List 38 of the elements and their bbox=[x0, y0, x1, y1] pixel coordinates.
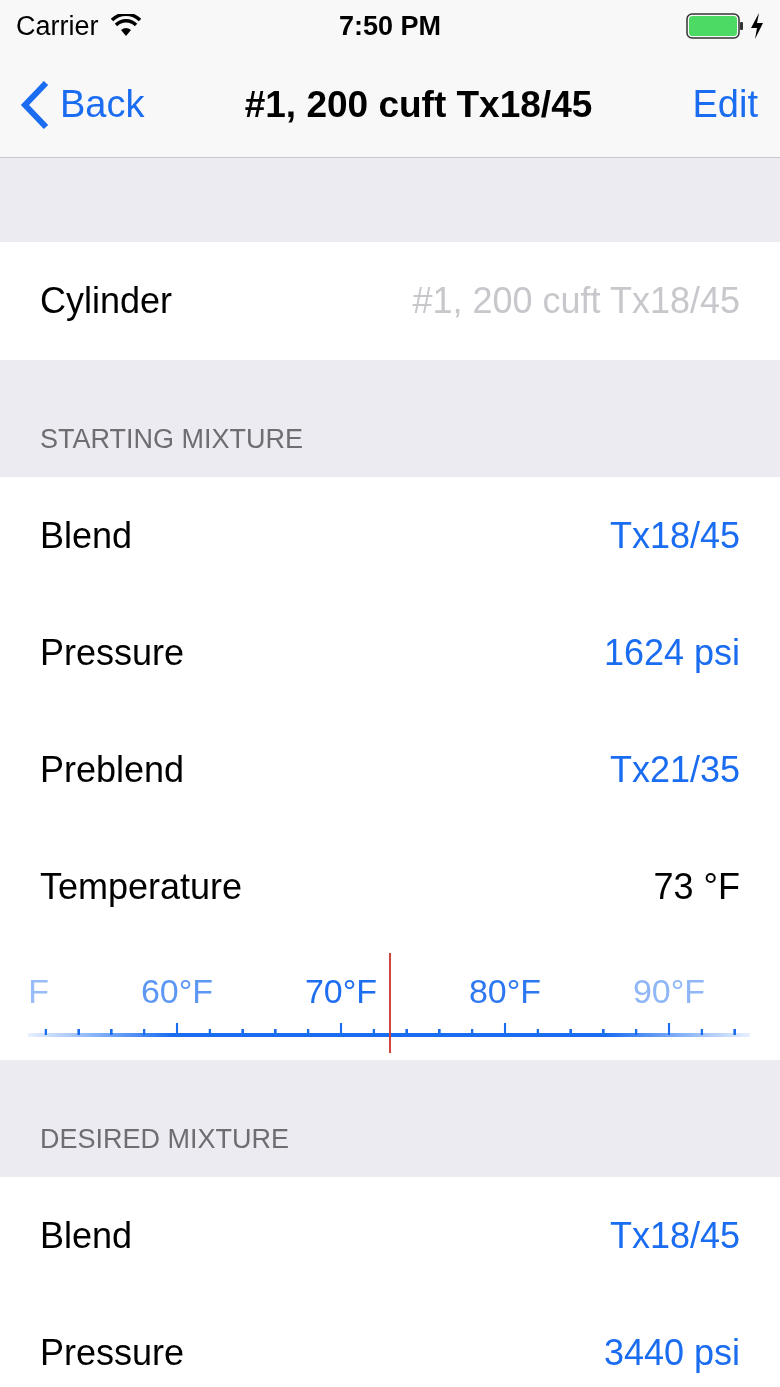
cylinder-row[interactable]: Cylinder #1, 200 cuft Tx18/45 bbox=[0, 242, 780, 360]
table-row[interactable]: Pressure 3440 psi bbox=[0, 1294, 780, 1387]
row-value: 3440 psi bbox=[603, 1330, 740, 1375]
ruler-label: 70°F bbox=[303, 971, 379, 1012]
row-value: 73 °F bbox=[653, 864, 740, 909]
carrier-name: Carrier bbox=[16, 9, 99, 43]
chevron-left-icon bbox=[20, 79, 50, 130]
row-label: Preblend bbox=[40, 747, 185, 792]
row-value: Tx21/35 bbox=[609, 747, 740, 792]
ruler-label: F bbox=[27, 971, 49, 1012]
table-row[interactable]: Preblend Tx21/35 bbox=[0, 711, 780, 828]
status-time: 7:50 PM bbox=[338, 9, 441, 43]
row-label: Temperature bbox=[40, 864, 243, 909]
ruler-label: 80°F bbox=[467, 971, 543, 1012]
wifi-icon bbox=[110, 14, 141, 38]
table-row[interactable]: Temperature 73 °F bbox=[0, 828, 780, 945]
table-row[interactable]: Blend Tx18/45 bbox=[0, 477, 780, 594]
section-header: DESIRED MIXTURE bbox=[40, 1122, 290, 1156]
row-label: Blend bbox=[40, 513, 133, 558]
row-value: Tx18/45 bbox=[609, 1213, 740, 1258]
row-label: Pressure bbox=[40, 630, 185, 675]
back-button[interactable]: Back bbox=[20, 76, 145, 133]
section-header: STARTING MIXTURE bbox=[40, 422, 303, 456]
nav-title: #1, 200 cuft Tx18/45 bbox=[244, 82, 593, 127]
row-value: #1, 200 cuft Tx18/45 bbox=[412, 279, 740, 323]
table-row[interactable]: Blend Tx18/45 bbox=[0, 1177, 780, 1294]
ruler-label: 60°F bbox=[139, 971, 215, 1012]
row-label: Blend bbox=[40, 1213, 133, 1258]
ruler-label: 90°F bbox=[631, 971, 707, 1012]
battery-icon bbox=[686, 13, 744, 39]
row-value: Tx18/45 bbox=[609, 513, 740, 558]
table-row[interactable]: Pressure 1624 psi bbox=[0, 594, 780, 711]
edit-button[interactable]: Edit bbox=[692, 76, 758, 133]
temperature-ruler[interactable]: F 60°F 70°F 80°F 90°F bbox=[0, 945, 780, 1060]
row-label: Pressure bbox=[40, 1330, 185, 1375]
row-value: 1624 psi bbox=[603, 630, 740, 675]
charging-icon bbox=[750, 13, 764, 39]
row-label: Cylinder bbox=[40, 279, 173, 323]
